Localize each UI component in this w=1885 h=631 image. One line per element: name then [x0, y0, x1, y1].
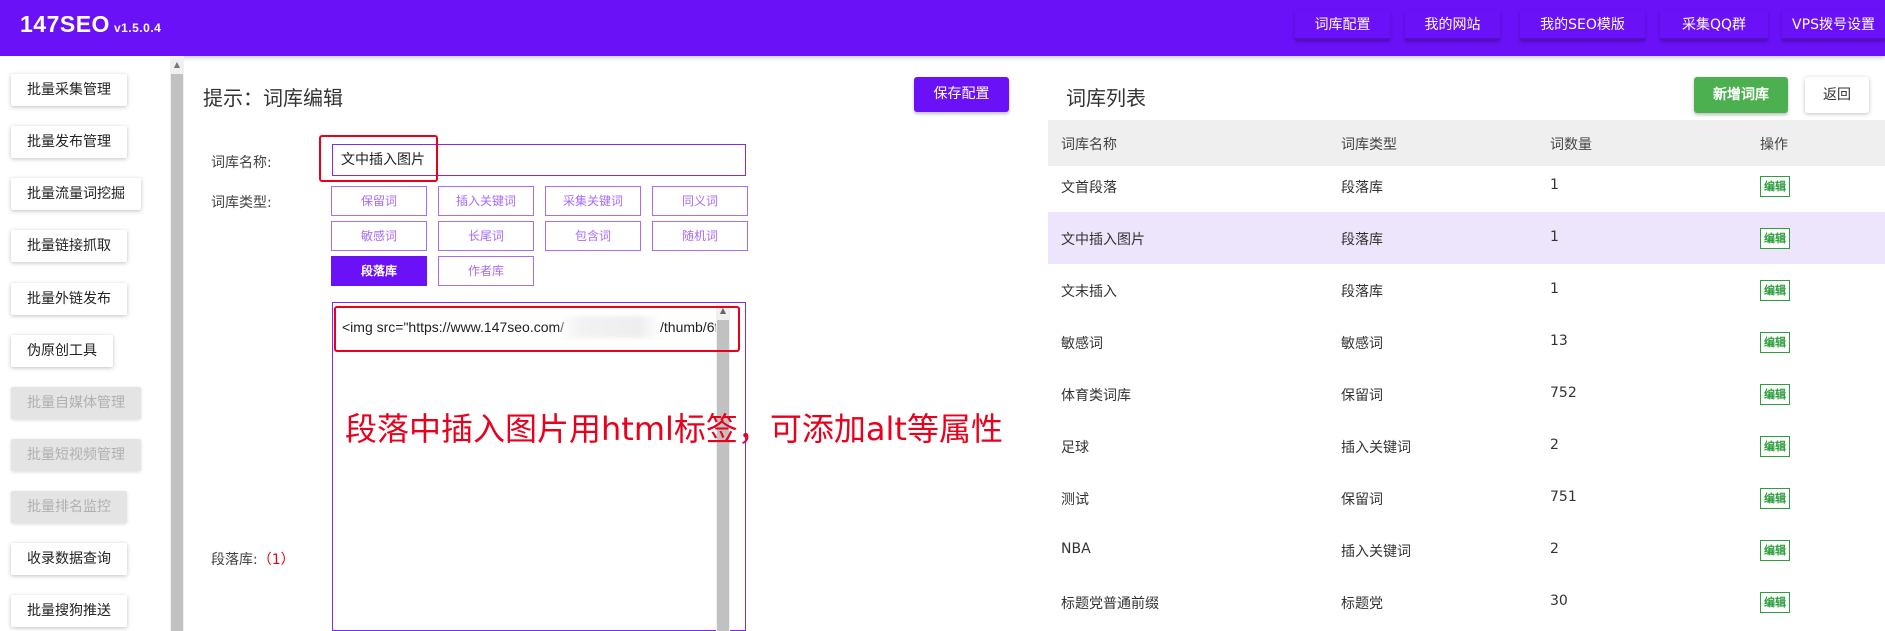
scroll-up-icon[interactable]: ▲	[171, 60, 183, 70]
nav-my-sites[interactable]: 我的网站	[1405, 10, 1500, 40]
edit-button[interactable]: 编辑	[1760, 488, 1790, 509]
row-count: 30	[1550, 593, 1568, 609]
row-name: 标题党普通前缀	[1061, 596, 1159, 612]
sidebar-item-batch-publish[interactable]: 批量发布管理	[11, 126, 127, 158]
name-label: 词库名称:	[211, 155, 272, 171]
sidebar-item-pseudo-original[interactable]: 伪原创工具	[11, 335, 113, 367]
row-count: 752	[1550, 385, 1577, 401]
type-random-word[interactable]: 随机词	[652, 221, 748, 251]
sidebar-item-rank-monitor[interactable]: 批量排名监控	[11, 491, 127, 523]
row-name: 文首段落	[1061, 180, 1117, 196]
column-name: 词库名称	[1061, 137, 1117, 153]
edit-button[interactable]: 编辑	[1760, 332, 1790, 353]
row-name: 文末插入	[1061, 284, 1117, 300]
edit-button[interactable]: 编辑	[1760, 280, 1790, 301]
brand-name: 147SEO	[20, 11, 110, 37]
row-count: 13	[1550, 333, 1568, 349]
highlight-box-name	[319, 135, 438, 182]
paragraph-lib-label-text: 段落库:	[211, 552, 258, 568]
type-insert-keyword[interactable]: 插入关键词	[438, 186, 534, 216]
editor-title: 提示：词库编辑	[203, 86, 343, 110]
column-count: 词数量	[1550, 137, 1592, 153]
row-name: 测试	[1061, 492, 1089, 508]
row-type: 段落库	[1341, 180, 1383, 196]
column-type: 词库类型	[1341, 137, 1397, 153]
textarea-scroll-thumb[interactable]	[717, 320, 729, 631]
edit-button[interactable]: 编辑	[1760, 384, 1790, 405]
edit-button[interactable]: 编辑	[1760, 540, 1790, 561]
nav-qq-groups[interactable]: 采集QQ群	[1660, 10, 1768, 40]
type-contains-word[interactable]: 包含词	[545, 221, 641, 251]
row-name: 体育类词库	[1061, 388, 1131, 404]
type-collect-keyword[interactable]: 采集关键词	[545, 186, 641, 216]
sidebar-item-link-crawl[interactable]: 批量链接抓取	[11, 230, 127, 262]
row-type: 标题党	[1341, 596, 1383, 612]
nav-seo-templates[interactable]: 我的SEO模版	[1520, 10, 1645, 40]
save-config-button[interactable]: 保存配置	[914, 77, 1009, 112]
row-name: 敏感词	[1061, 336, 1103, 352]
sidebar-scroll-thumb[interactable]	[171, 74, 183, 631]
row-type: 插入关键词	[1341, 544, 1411, 560]
edit-button[interactable]: 编辑	[1760, 592, 1790, 613]
type-long-tail[interactable]: 长尾词	[438, 221, 534, 251]
version-label: v1.5.0.4	[113, 21, 162, 35]
type-paragraph-lib[interactable]: 段落库	[331, 256, 427, 286]
type-author-lib[interactable]: 作者库	[438, 256, 534, 286]
row-count: 1	[1550, 177, 1559, 193]
brand-logo: 147SEO v1.5.0.4	[20, 11, 161, 38]
edit-button[interactable]: 编辑	[1760, 176, 1790, 197]
sidebar-item-media-manage[interactable]: 批量自媒体管理	[11, 387, 141, 419]
back-button[interactable]: 返回	[1805, 77, 1869, 113]
sidebar-item-backlink-publish[interactable]: 批量外链发布	[11, 283, 127, 315]
row-type: 敏感词	[1341, 336, 1383, 352]
sidebar-item-batch-collect[interactable]: 批量采集管理	[11, 74, 127, 106]
highlight-box-content	[334, 306, 740, 352]
row-type: 保留词	[1341, 388, 1383, 404]
type-reserved-word[interactable]: 保留词	[331, 186, 427, 216]
sidebar-item-traffic-keywords[interactable]: 批量流量词挖掘	[11, 178, 141, 210]
annotation-text: 段落中插入图片用html标签，可添加alt等属性	[345, 410, 1003, 448]
nav-vps-dialup[interactable]: VPS拨号设置	[1782, 10, 1885, 40]
row-type: 段落库	[1341, 232, 1383, 248]
type-sensitive-word[interactable]: 敏感词	[331, 221, 427, 251]
paragraph-count: （1）	[257, 552, 295, 568]
list-title: 词库列表	[1066, 86, 1146, 110]
row-count: 751	[1550, 489, 1577, 505]
edit-button[interactable]: 编辑	[1760, 436, 1790, 457]
type-synonym[interactable]: 同义词	[652, 186, 748, 216]
paragraph-lib-label: 段落库:（1）	[211, 549, 295, 569]
sidebar-item-sogou-push[interactable]: 批量搜狗推送	[11, 595, 127, 627]
row-count: 2	[1550, 437, 1559, 453]
add-lexicon-button[interactable]: 新增词库	[1694, 77, 1788, 113]
type-label: 词库类型:	[211, 195, 272, 211]
top-header: 147SEO v1.5.0.4 词库配置 我的网站 我的SEO模版 采集QQ群 V…	[0, 0, 1885, 56]
sidebar-item-video-manage[interactable]: 批量短视频管理	[11, 439, 141, 471]
sidebar-item-index-query[interactable]: 收录数据查询	[11, 543, 127, 575]
row-count: 2	[1550, 541, 1559, 557]
row-type: 插入关键词	[1341, 440, 1411, 456]
row-name: NBA	[1061, 541, 1091, 557]
row-name: 文中插入图片	[1061, 232, 1145, 248]
row-type: 段落库	[1341, 284, 1383, 300]
row-type: 保留词	[1341, 492, 1383, 508]
row-count: 1	[1550, 281, 1559, 297]
row-count: 1	[1550, 229, 1559, 245]
edit-button[interactable]: 编辑	[1760, 228, 1790, 249]
column-actions: 操作	[1760, 137, 1788, 153]
nav-lexicon-config[interactable]: 词库配置	[1295, 10, 1390, 40]
row-name: 足球	[1061, 440, 1089, 456]
